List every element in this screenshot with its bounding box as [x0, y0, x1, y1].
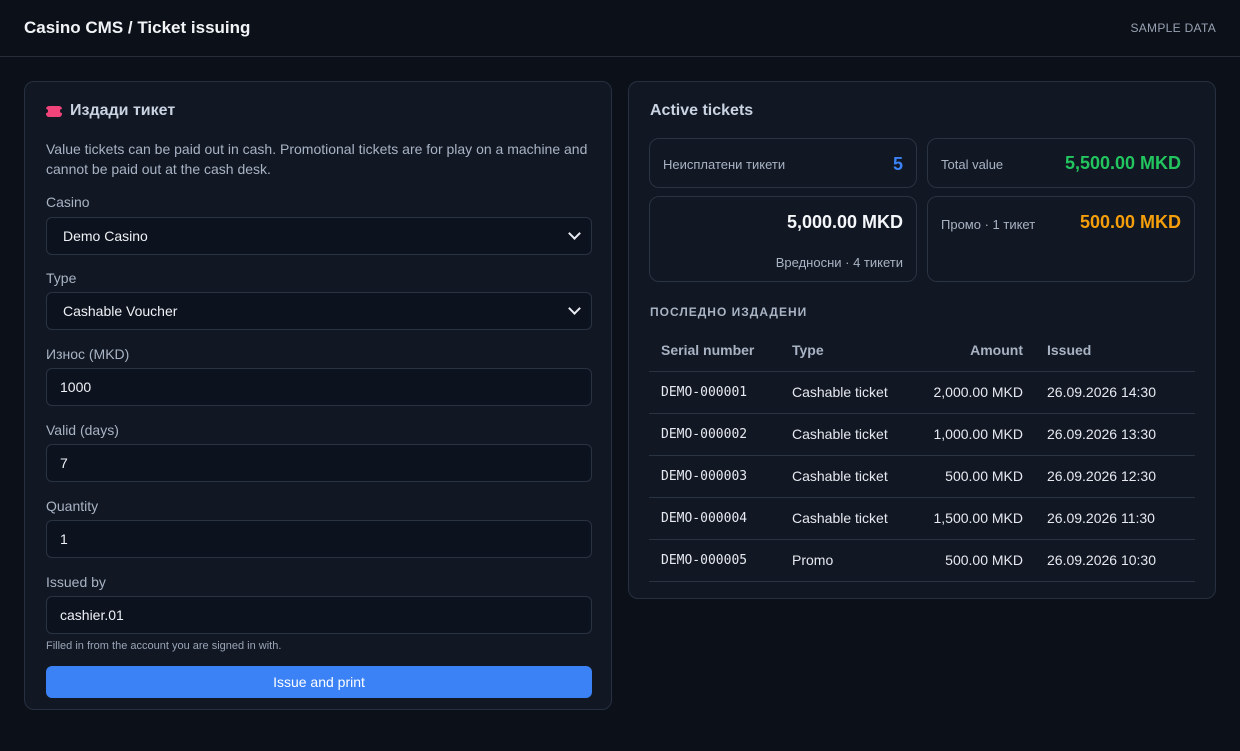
serial-cell: DEMO-000001 [649, 371, 780, 414]
serial-cell: DEMO-000002 [649, 413, 780, 456]
issue-ticket-card: Издади тикет Value tickets can be paid o… [24, 81, 612, 710]
total-value-label: Total value [941, 157, 1004, 172]
issued-cell: 26.09.2026 14:30 [1035, 371, 1195, 414]
unpaid-tickets-value: 5 [892, 154, 903, 174]
valid-days-label: Valid (days) [46, 422, 119, 438]
chevron-down-icon [568, 302, 581, 315]
type-select[interactable]: Cashable Voucher [46, 292, 592, 330]
recent-tickets-heading: ПОСЛЕДНО ИЗДАДЕНИ [650, 305, 808, 319]
promo-tickets-label: Промо · 1 тикет [941, 217, 1036, 232]
column-serial: Serial number [649, 330, 780, 372]
active-tickets-card: Active tickets Неисплатени тикети 5 Tota… [628, 81, 1216, 599]
type-cell: Promo [780, 539, 901, 582]
valid-days-input[interactable]: 7 [46, 444, 592, 482]
issued-cell: 26.09.2026 11:30 [1035, 497, 1195, 540]
amount-input[interactable]: 1000 [46, 368, 592, 406]
promo-tickets-stat: Промо · 1 тикет 500.00 MKD [927, 196, 1195, 282]
issue-card-title-text: Издади тикет [70, 102, 176, 119]
table-row: DEMO-000005 Promo 500.00 MKD 26.09.2026 … [649, 539, 1195, 582]
valid-days-input-value: 7 [60, 455, 68, 471]
issued-cell: 26.09.2026 13:30 [1035, 413, 1195, 456]
quantity-input-value: 1 [60, 531, 68, 547]
active-tickets-title: Active tickets [650, 102, 754, 119]
total-value-value: 5,500.00 MKD [1064, 153, 1181, 173]
amount-label: Износ (MKD) [46, 346, 130, 362]
unpaid-tickets-stat: Неисплатени тикети 5 [649, 138, 917, 188]
promo-tickets-value: 500.00 MKD [1079, 212, 1181, 232]
quantity-label: Quantity [46, 498, 99, 514]
serial-cell: DEMO-000004 [649, 497, 780, 540]
issued-by-label: Issued by [46, 574, 106, 590]
recent-tickets-table: Serial number Type Amount Issued DEMO-00… [649, 330, 1195, 582]
page-title: Casino CMS / Ticket issuing [24, 18, 251, 37]
table-header-row: Serial number Type Amount Issued [649, 330, 1195, 372]
amount-cell: 2,000.00 MKD [901, 371, 1035, 414]
quantity-input[interactable]: 1 [46, 520, 592, 558]
cashable-tickets-stat: 5,000.00 MKD Вредносни · 4 тикети [649, 196, 917, 282]
casino-select[interactable]: Demo Casino [46, 217, 592, 255]
casino-label: Casino [46, 194, 90, 210]
sample-data-badge: SAMPLE DATA [1130, 21, 1216, 35]
issued-cell: 26.09.2026 10:30 [1035, 539, 1195, 582]
unpaid-tickets-label: Неисплатени тикети [663, 157, 786, 172]
table-row: DEMO-000001 Cashable ticket 2,000.00 MKD… [649, 371, 1195, 414]
issued-by-input-value: cashier.01 [60, 607, 124, 623]
type-cell: Cashable ticket [780, 455, 901, 498]
amount-cell: 1,500.00 MKD [901, 497, 1035, 540]
table-row: DEMO-000004 Cashable ticket 1,500.00 MKD… [649, 497, 1195, 540]
amount-cell: 1,000.00 MKD [901, 413, 1035, 456]
cashable-tickets-value: 5,000.00 MKD [786, 212, 903, 232]
issued-cell: 26.09.2026 12:30 [1035, 455, 1195, 498]
amount-input-value: 1000 [60, 379, 92, 395]
ticket-icon [44, 105, 64, 117]
type-cell: Cashable ticket [780, 371, 901, 414]
column-type: Type [780, 330, 901, 372]
casino-select-value: Demo Casino [63, 228, 148, 244]
serial-cell: DEMO-000005 [649, 539, 780, 582]
amount-cell: 500.00 MKD [901, 455, 1035, 498]
amount-cell: 500.00 MKD [901, 539, 1035, 582]
issued-by-input[interactable]: cashier.01 [46, 596, 592, 634]
top-bar: Casino CMS / Ticket issuing SAMPLE DATA [0, 0, 1240, 57]
type-select-value: Cashable Voucher [63, 303, 178, 319]
serial-cell: DEMO-000003 [649, 455, 780, 498]
issue-description: Value tickets can be paid out in cash. P… [46, 141, 588, 177]
table-row: DEMO-000003 Cashable ticket 500.00 MKD 2… [649, 455, 1195, 498]
issued-by-hint: Filled in from the account you are signe… [46, 640, 282, 652]
type-cell: Cashable ticket [780, 413, 901, 456]
cashable-tickets-label: Вредносни · 4 тикети [775, 255, 903, 270]
table-row: DEMO-000002 Cashable ticket 1,000.00 MKD… [649, 413, 1195, 456]
total-value-stat: Total value 5,500.00 MKD [927, 138, 1195, 188]
column-amount: Amount [901, 330, 1035, 372]
issue-card-title: Издади тикет [44, 102, 590, 120]
issue-and-print-button[interactable]: Issue and print [46, 666, 592, 698]
chevron-down-icon [568, 227, 581, 240]
type-label: Type [46, 270, 77, 286]
type-cell: Cashable ticket [780, 497, 901, 540]
column-issued: Issued [1035, 330, 1195, 372]
